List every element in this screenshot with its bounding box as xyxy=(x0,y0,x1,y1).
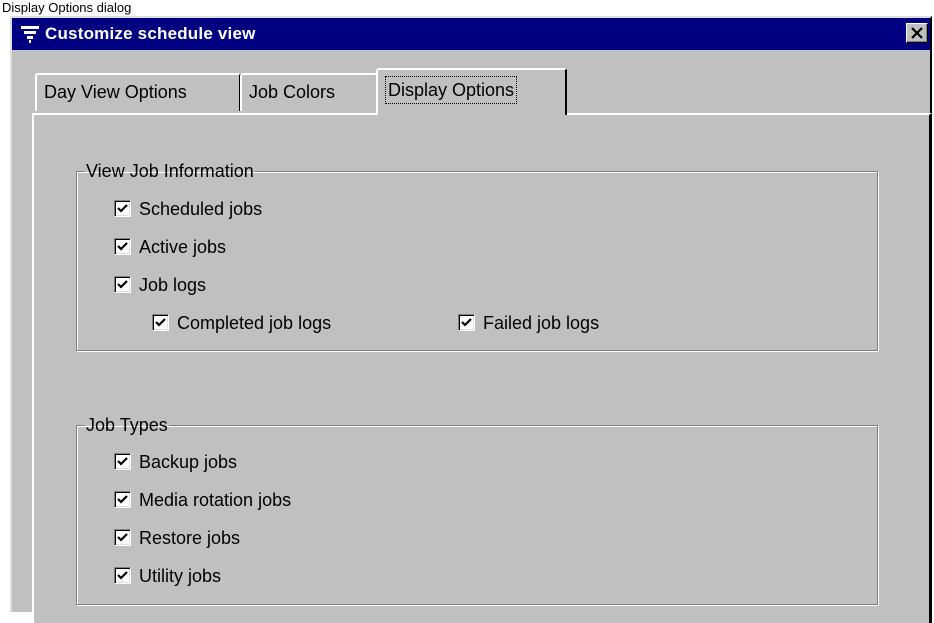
checkmark-icon xyxy=(461,318,472,327)
checkbox-label: Completed job logs xyxy=(177,313,332,333)
close-button[interactable] xyxy=(906,23,928,43)
checkbox-box[interactable] xyxy=(114,200,131,218)
scheduled-jobs-checkbox[interactable]: Scheduled jobs xyxy=(114,197,262,221)
media-rotation-jobs-checkbox[interactable]: Media rotation jobs xyxy=(114,488,291,512)
checkbox-box[interactable] xyxy=(114,529,131,547)
tab-display-options[interactable]: Display Options xyxy=(376,68,567,115)
checkbox-label: Backup jobs xyxy=(139,452,238,472)
dialog-window: Customize schedule view Day View Options… xyxy=(10,16,932,623)
checkbox-box[interactable] xyxy=(458,314,475,332)
tab-day-view-options[interactable]: Day View Options xyxy=(35,73,241,111)
checkbox-box[interactable] xyxy=(114,276,131,294)
job-logs-checkbox[interactable]: Job logs xyxy=(114,273,206,297)
checkbox-label: Media rotation jobs xyxy=(139,490,292,510)
display-options-panel: View Job Information Scheduled jobs Acti… xyxy=(32,113,932,623)
checkmark-icon xyxy=(117,571,128,580)
checkbox-label: Scheduled jobs xyxy=(139,199,263,219)
checkbox-label: Active jobs xyxy=(139,237,227,257)
tab-label: Job Colors xyxy=(249,82,336,102)
checkbox-box[interactable] xyxy=(114,491,131,509)
checkbox-label: Failed job logs xyxy=(483,313,600,333)
checkmark-icon xyxy=(117,457,128,466)
close-icon xyxy=(911,27,923,39)
screen-caption: Display Options dialog xyxy=(2,0,132,15)
group-title: View Job Information xyxy=(86,161,254,181)
checkbox-box[interactable] xyxy=(152,314,169,332)
checkmark-icon xyxy=(117,533,128,542)
failed-job-logs-checkbox[interactable]: Failed job logs xyxy=(458,311,599,335)
checkmark-icon xyxy=(155,318,166,327)
checkbox-label: Utility jobs xyxy=(139,566,222,586)
group-title: Job Types xyxy=(86,415,168,435)
checkbox-box[interactable] xyxy=(114,238,131,256)
checkmark-icon xyxy=(117,242,128,251)
checkmark-icon xyxy=(117,204,128,213)
tab-label: Display Options xyxy=(385,76,518,104)
utility-jobs-checkbox[interactable]: Utility jobs xyxy=(114,564,221,588)
checkbox-box[interactable] xyxy=(114,453,131,471)
tab-label: Day View Options xyxy=(44,82,187,102)
checkbox-label: Restore jobs xyxy=(139,528,241,548)
checkmark-icon xyxy=(117,495,128,504)
checkmark-icon xyxy=(117,280,128,289)
backup-jobs-checkbox[interactable]: Backup jobs xyxy=(114,450,237,474)
title-bar[interactable]: Customize schedule view xyxy=(12,18,930,50)
tab-job-colors[interactable]: Job Colors xyxy=(240,73,378,111)
restore-jobs-checkbox[interactable]: Restore jobs xyxy=(114,526,240,550)
window-title: Customize schedule view xyxy=(45,24,256,43)
completed-job-logs-checkbox[interactable]: Completed job logs xyxy=(152,311,331,335)
checkbox-box[interactable] xyxy=(114,567,131,585)
checkbox-label: Job logs xyxy=(139,275,207,295)
active-jobs-checkbox[interactable]: Active jobs xyxy=(114,235,226,259)
filter-funnel-icon xyxy=(20,25,40,43)
